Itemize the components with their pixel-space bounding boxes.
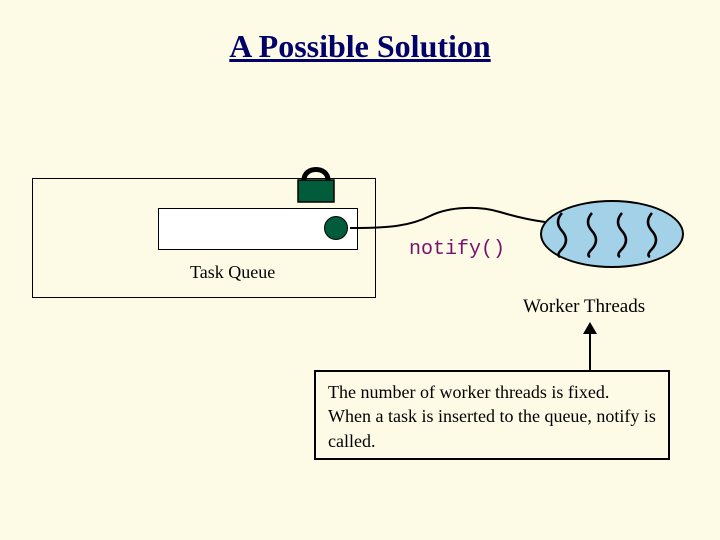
notify-label: notify()	[409, 238, 505, 261]
queue-label: Task Queue	[190, 262, 275, 283]
slide-title: A Possible Solution	[0, 28, 720, 65]
task-item-icon	[324, 216, 348, 240]
worker-threads-label: Worker Threads	[523, 296, 645, 318]
worker-threads-box	[540, 200, 684, 268]
annotation-box: The number of worker threads is fixed. W…	[314, 370, 670, 460]
annotation-arrow-icon	[580, 322, 600, 377]
lock-icon	[294, 158, 338, 209]
